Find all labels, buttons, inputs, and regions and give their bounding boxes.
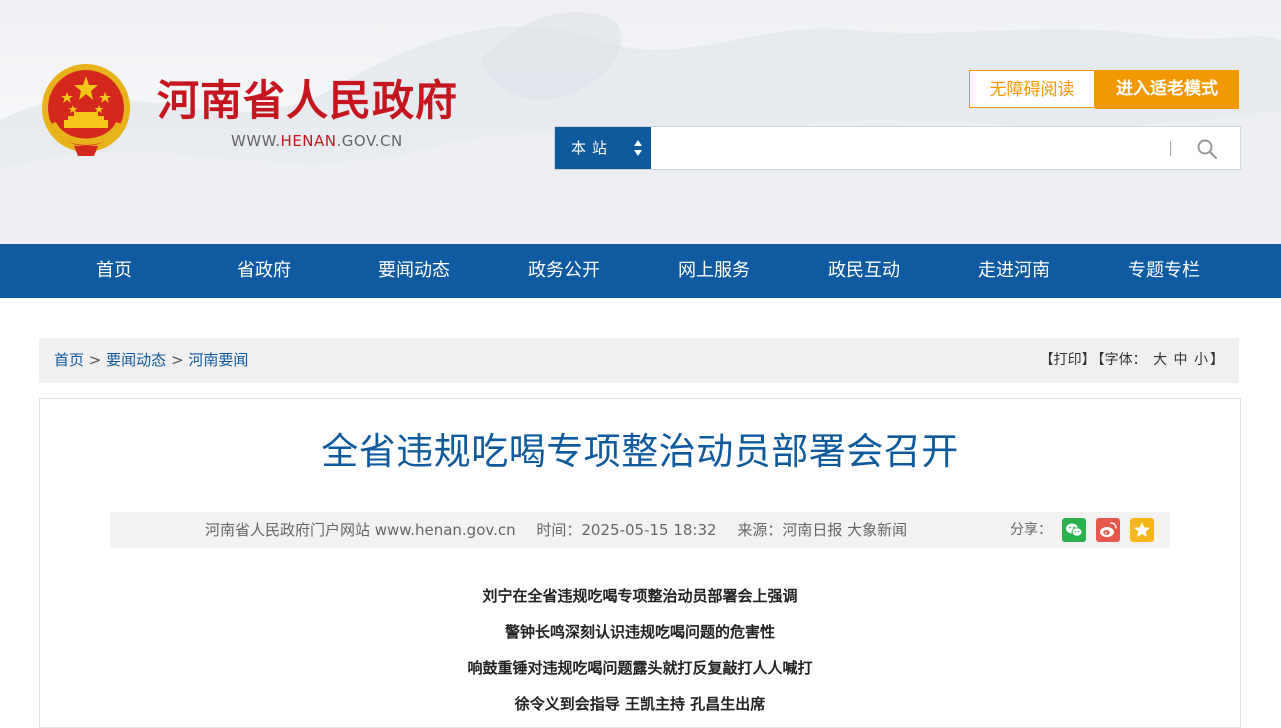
search-icon[interactable] xyxy=(1195,137,1219,161)
star-icon xyxy=(1134,522,1150,537)
nav-item-home[interactable]: 首页 xyxy=(39,244,189,298)
site-title[interactable]: 河南省人民政府 xyxy=(157,74,458,128)
search-input[interactable] xyxy=(651,127,1161,169)
breadcrumb: 首页 > 要闻动态 > 河南要闻 xyxy=(54,338,248,383)
meta-site: 河南省人民政府门户网站 www.henan.gov.cn xyxy=(205,521,516,539)
nav-item-provincial-government[interactable]: 省政府 xyxy=(189,244,339,298)
nav-item-government-affairs[interactable]: 政务公开 xyxy=(489,244,639,298)
article-container: 全省违规吃喝专项整治动员部署会召开 河南省人民政府门户网站 www.henan.… xyxy=(39,398,1241,728)
article-meta: 河南省人民政府门户网站 www.henan.gov.cn 时间：2025-05-… xyxy=(110,512,1170,548)
font-close-bracket: 】 xyxy=(1210,352,1224,368)
favorite-share-icon[interactable] xyxy=(1130,518,1154,542)
site-url[interactable]: WWW.HENAN.GOV.CN xyxy=(231,132,403,150)
nav-item-about-henan[interactable]: 走进河南 xyxy=(939,244,1089,298)
article-subtitle-4: 徐令义到会指导 王凯主持 孔昌生出席 xyxy=(514,695,766,713)
breadcrumb-home[interactable]: 首页 xyxy=(54,351,84,369)
article-meta-text: 河南省人民政府门户网站 www.henan.gov.cn 时间：2025-05-… xyxy=(205,512,923,548)
weibo-icon xyxy=(1100,522,1117,537)
nav-item-online-services[interactable]: 网上服务 xyxy=(639,244,789,298)
print-button[interactable]: 【打印】 xyxy=(1040,352,1096,368)
breadcrumb-henan-news[interactable]: 河南要闻 xyxy=(188,351,248,369)
search-divider xyxy=(1170,141,1171,156)
main-nav: 首页 省政府 要闻动态 政务公开 网上服务 政民互动 走进河南 专题专栏 xyxy=(0,244,1281,298)
nav-item-news[interactable]: 要闻动态 xyxy=(339,244,489,298)
breadcrumb-separator: > xyxy=(170,351,184,369)
site-url-prefix: WWW. xyxy=(231,132,281,150)
breadcrumb-news[interactable]: 要闻动态 xyxy=(106,351,166,369)
article-tools: 【打印】 【字体： 大 中 小】 xyxy=(1039,338,1225,383)
nav-item-interaction[interactable]: 政民互动 xyxy=(789,244,939,298)
site-url-domain: HENAN xyxy=(280,132,337,150)
article-title: 全省违规吃喝专项整治动员部署会召开 xyxy=(321,430,959,473)
search-scope-select[interactable]: 本站 xyxy=(555,127,651,169)
sort-arrows-icon xyxy=(634,140,642,156)
search-bar: 本站 xyxy=(554,126,1241,170)
site-url-suffix: .GOV.CN xyxy=(336,132,403,150)
article-subtitle-1: 刘宁在全省违规吃喝专项整治动员部署会上强调 xyxy=(482,587,798,605)
nav-item-special-topics[interactable]: 专题专栏 xyxy=(1089,244,1239,298)
font-size-label: 【字体： xyxy=(1097,352,1147,368)
breadcrumb-bar: 首页 > 要闻动态 > 河南要闻 【打印】 【字体： 大 中 小】 xyxy=(39,338,1239,383)
font-large-button[interactable]: 大 xyxy=(1153,352,1167,368)
elder-mode-button[interactable]: 进入适老模式 xyxy=(1095,70,1239,109)
share-label: 分享： xyxy=(1010,522,1052,538)
wechat-icon xyxy=(1066,523,1083,537)
article-subtitle-2: 警钟长鸣深刻认识违规吃喝问题的危害性 xyxy=(504,623,775,641)
font-medium-button[interactable]: 中 xyxy=(1174,352,1188,368)
weibo-share-icon[interactable] xyxy=(1096,518,1120,542)
wechat-share-icon[interactable] xyxy=(1062,518,1086,542)
search-scope-label: 本站 xyxy=(571,139,614,157)
meta-time: 时间：2025-05-15 18:32 xyxy=(536,521,717,539)
accessibility-button[interactable]: 无障碍阅读 xyxy=(969,70,1095,108)
font-small-button[interactable]: 小 xyxy=(1194,352,1208,368)
national-emblem-icon xyxy=(42,64,130,156)
article-subtitle-3: 响鼓重锤对违规吃喝问题露头就打反复敲打人人喊打 xyxy=(467,659,813,677)
site-header: 河南省人民政府 WWW.HENAN.GOV.CN 无障碍阅读 进入适老模式 本站 xyxy=(0,0,1281,244)
meta-source: 来源：河南日报 大象新闻 xyxy=(737,521,908,539)
breadcrumb-separator: > xyxy=(88,351,102,369)
